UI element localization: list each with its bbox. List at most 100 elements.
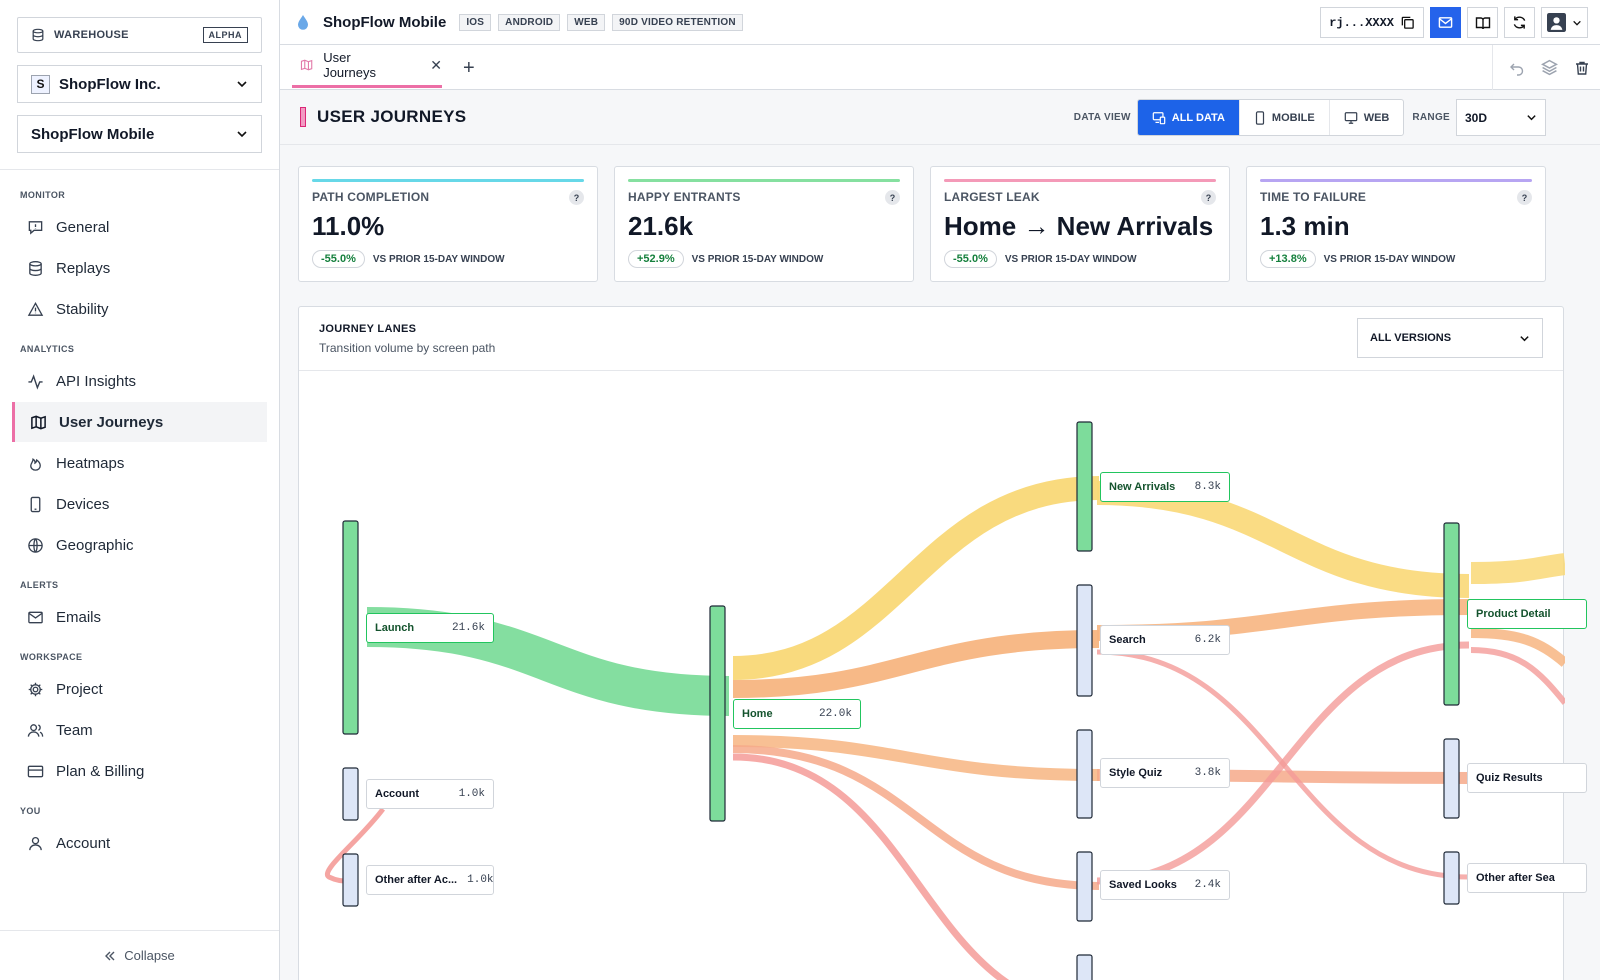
node-label-other-search[interactable]: Other after Sea (1467, 863, 1587, 893)
node-saved-looks[interactable] (1076, 851, 1093, 922)
app-title: ShopFlow Mobile (323, 13, 447, 31)
kpi-card-happy-entrants: HAPPY ENTRANTS ? 21.6k +52.9% VS PRIOR 1… (614, 166, 914, 282)
monitor-icon (1344, 111, 1358, 124)
sidebar-item-geographic[interactable]: Geographic (0, 525, 279, 565)
panel-header: JOURNEY LANES Transition volume by scree… (299, 307, 1563, 371)
close-tab-icon[interactable]: ✕ (430, 57, 442, 74)
node-name: New Arrivals (1109, 481, 1176, 493)
node-home[interactable] (709, 605, 726, 822)
node-label-product-detail[interactable]: Product Detail (1467, 599, 1587, 629)
kpi-accent-bar (1260, 179, 1532, 182)
node-search[interactable] (1076, 584, 1093, 697)
sidebar-item-project[interactable]: Project (0, 669, 279, 709)
journey-lanes-panel: JOURNEY LANES Transition volume by scree… (298, 306, 1587, 980)
sidebar-item-team[interactable]: Team (0, 710, 279, 750)
devices-icon (1152, 111, 1166, 124)
kpi-value: 11.0% (312, 211, 385, 241)
view-all-data-button[interactable]: ALL DATA (1137, 100, 1239, 135)
sidebar-item-replays[interactable]: Replays (0, 248, 279, 288)
sidebar-item-label: Emails (56, 608, 102, 626)
node-label-search[interactable]: Search 6.2k (1100, 625, 1230, 655)
project-name: ShopFlow Mobile (31, 125, 155, 143)
project-selector[interactable]: ShopFlow Mobile (17, 115, 262, 153)
sidebar: WAREHOUSE ALPHA S ShopFlow Inc. ShopFlow… (0, 0, 280, 980)
data-view-toggle: ALL DATA MOBILE WEB (1136, 99, 1405, 136)
tab-user-journeys[interactable]: User Journeys ✕ (292, 45, 442, 88)
sidebar-item-devices[interactable]: Devices (0, 484, 279, 524)
org-name: ShopFlow Inc. (59, 75, 161, 93)
warning-icon (27, 301, 44, 316)
help-icon[interactable]: ? (569, 190, 584, 205)
node-label-quiz-results[interactable]: Quiz Results (1467, 763, 1587, 793)
node-account[interactable] (342, 767, 359, 821)
collapse-button[interactable]: Collapse (0, 930, 279, 980)
kpi-note: VS PRIOR 15-DAY WINDOW (691, 253, 824, 265)
sidebar-item-label: Replays (56, 259, 111, 277)
node-label-style-quiz[interactable]: Style Quiz 3.8k (1100, 758, 1230, 788)
page-header: USER JOURNEYS DATA VIEW ALL DATA MOBILE … (280, 90, 1600, 145)
chevron-down-icon (1573, 20, 1581, 26)
node-quiz-results[interactable] (1443, 738, 1460, 819)
sidebar-item-user-journeys[interactable]: User Journeys (12, 402, 267, 442)
docs-button[interactable] (1467, 7, 1498, 38)
sidebar-item-label: General (56, 218, 110, 236)
phone-icon (30, 496, 41, 512)
node-label-home[interactable]: Home 22.0k (733, 699, 861, 729)
copy-icon (1401, 16, 1414, 29)
org-selector[interactable]: S ShopFlow Inc. (17, 65, 262, 103)
help-icon[interactable]: ? (885, 190, 900, 205)
node-label-launch[interactable]: Launch 21.6k (366, 613, 494, 643)
credit-card-icon (27, 765, 44, 777)
node-label-other-account[interactable]: Other after Ac... 1.0k (366, 865, 494, 895)
node-product-detail[interactable] (1443, 522, 1460, 706)
add-tab-button[interactable]: + (463, 57, 475, 80)
flow-home-lower[interactable] (732, 753, 1099, 980)
undo-icon[interactable] (1509, 60, 1525, 76)
gear-icon (28, 682, 43, 696)
mail-icon (28, 611, 43, 623)
sidebar-item-plan-billing[interactable]: Plan & Billing (0, 751, 279, 791)
users-icon (27, 723, 44, 737)
flow-new-arrivals-product-detail[interactable] (1096, 481, 1470, 598)
sidebar-item-emails[interactable]: Emails (0, 597, 279, 637)
sidebar-item-stability[interactable]: Stability (0, 289, 279, 329)
sidebar-item-account[interactable]: Account (0, 823, 279, 863)
trash-icon[interactable] (1574, 60, 1590, 76)
node-label-account[interactable]: Account 1.0k (366, 779, 494, 809)
node-label-new-arrivals[interactable]: New Arrivals 8.3k (1100, 472, 1230, 502)
node-lower[interactable] (1076, 954, 1093, 980)
kpi-note: VS PRIOR 15-DAY WINDOW (372, 253, 505, 265)
kpi-card-path-completion: PATH COMPLETION ? 11.0% -55.0% VS PRIOR … (298, 166, 598, 282)
warehouse-selector[interactable]: WAREHOUSE ALPHA (17, 17, 262, 53)
user-menu-button[interactable] (1541, 7, 1588, 38)
version-select[interactable]: ALL VERSIONS (1357, 318, 1543, 358)
kpi-accent-bar (312, 179, 584, 182)
flow-home-style-quiz[interactable] (732, 735, 1100, 781)
node-new-arrivals[interactable] (1076, 421, 1093, 552)
view-web-button[interactable]: WEB (1328, 100, 1404, 135)
node-other-search[interactable] (1443, 851, 1460, 905)
layers-icon[interactable] (1541, 59, 1558, 76)
node-name: Launch (375, 622, 415, 634)
database-icon (32, 28, 44, 42)
node-style-quiz[interactable] (1076, 729, 1093, 819)
data-view-label: DATA VIEW (1073, 112, 1131, 123)
sidebar-item-general[interactable]: General (0, 207, 279, 247)
node-label-saved-looks[interactable]: Saved Looks 2.4k (1100, 870, 1230, 900)
refresh-button[interactable] (1504, 7, 1535, 38)
help-icon[interactable]: ? (1517, 190, 1532, 205)
user-icon (29, 836, 42, 850)
flow-product-detail-out-a[interactable] (1470, 553, 1565, 584)
sidebar-item-api-insights[interactable]: API Insights (0, 361, 279, 401)
help-icon[interactable]: ? (1201, 190, 1216, 205)
view-mobile-button[interactable]: MOBILE (1238, 100, 1329, 135)
range-select[interactable]: 30D (1456, 99, 1546, 136)
sidebar-item-heatmaps[interactable]: Heatmaps (0, 443, 279, 483)
node-launch[interactable] (342, 520, 359, 735)
kpi-accent-bar (944, 179, 1216, 182)
api-key-copy[interactable]: rj...XXXX (1320, 7, 1424, 38)
inbox-button[interactable] (1430, 7, 1461, 38)
node-other-account[interactable] (342, 853, 359, 907)
chevron-down-icon (237, 81, 247, 88)
node-count: 22.0k (818, 708, 852, 720)
